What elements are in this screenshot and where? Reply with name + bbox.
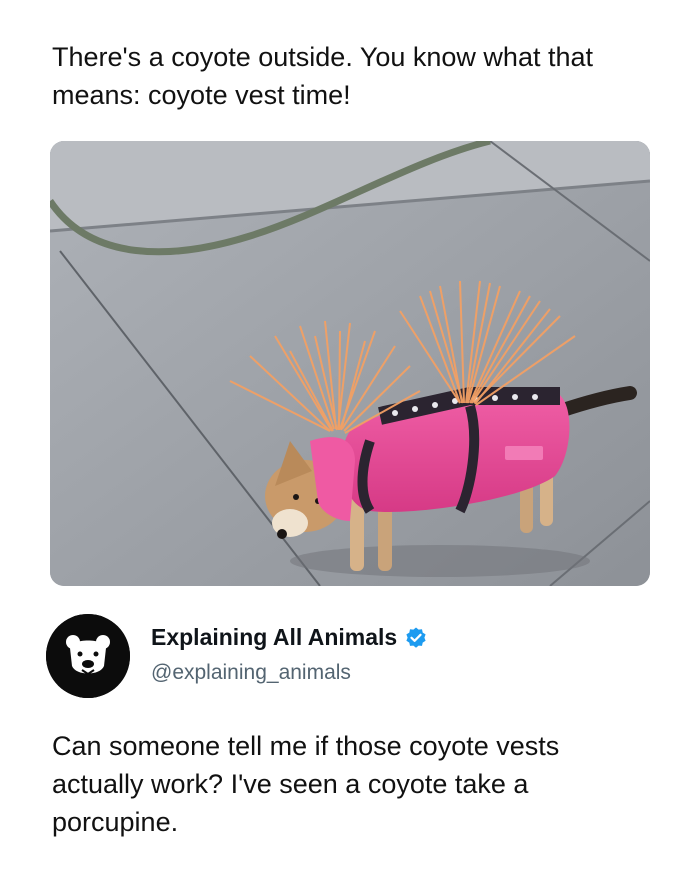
author-handle[interactable]: @explaining_animals [151, 661, 351, 685]
media-photo[interactable] [50, 141, 650, 586]
caption-text: There's a coyote outside. You know what … [52, 42, 594, 110]
bear-logo-icon[interactable] [46, 614, 130, 698]
verified-badge-icon [406, 627, 426, 648]
dog-in-spiked-vest-photo [50, 141, 650, 586]
post-text: Can someone tell me if those coyote vest… [52, 731, 560, 837]
author-block[interactable]: Explaining All Animals @explaining_anima… [46, 612, 666, 698]
author-name[interactable]: Explaining All Animals [151, 624, 397, 651]
